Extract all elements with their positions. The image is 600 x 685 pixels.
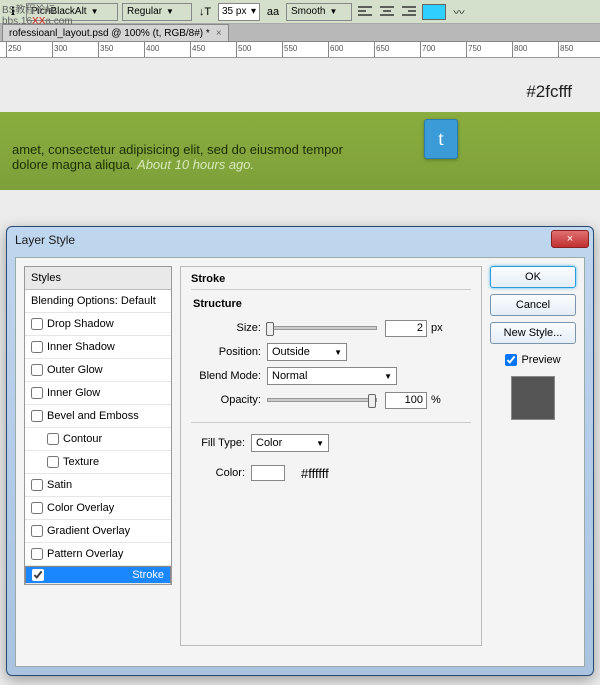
style-checkbox[interactable] — [31, 410, 43, 422]
style-label: Satin — [47, 479, 72, 491]
opacity-input[interactable]: 100 — [385, 392, 427, 409]
style-label: Texture — [63, 456, 99, 468]
style-row-drop-shadow[interactable]: Drop Shadow — [25, 313, 171, 336]
opacity-slider[interactable] — [267, 398, 377, 402]
cancel-button[interactable]: Cancel — [490, 294, 576, 316]
style-label: Bevel and Emboss — [47, 410, 139, 422]
position-label: Position: — [191, 346, 267, 358]
preview-checkbox[interactable] — [505, 354, 517, 366]
style-label: Inner Glow — [47, 387, 100, 399]
size-slider[interactable] — [267, 326, 377, 330]
preview-label: Preview — [521, 354, 560, 366]
close-tab-icon[interactable]: × — [216, 28, 222, 39]
style-checkbox[interactable] — [47, 433, 59, 445]
warp-text-icon[interactable]: 〰 — [450, 4, 468, 20]
style-label: Stroke — [132, 569, 164, 581]
twitter-icon: t — [424, 119, 458, 159]
color-label: Color: — [191, 467, 251, 479]
style-checkbox[interactable] — [31, 387, 43, 399]
opacity-label: Opacity: — [191, 394, 267, 406]
align-left-button[interactable] — [356, 3, 374, 21]
preview-swatch — [511, 376, 555, 420]
close-button[interactable]: × — [551, 230, 589, 248]
annotation-fill-hex: #ffffff — [301, 466, 329, 481]
font-weight-select[interactable]: Regular▼ — [122, 3, 192, 21]
ok-button[interactable]: OK — [490, 266, 576, 288]
style-row-stroke[interactable]: Stroke — [25, 566, 171, 584]
style-row-bevel-and-emboss[interactable]: Bevel and Emboss — [25, 405, 171, 428]
text-color-swatch[interactable] — [422, 4, 446, 20]
style-row-inner-glow[interactable]: Inner Glow — [25, 382, 171, 405]
dialog-actions: OK Cancel New Style... Preview — [490, 266, 576, 420]
style-label: Outer Glow — [47, 364, 103, 376]
style-checkbox[interactable] — [32, 569, 44, 581]
style-label: Gradient Overlay — [47, 525, 130, 537]
font-size-input[interactable]: 35 px▾ — [218, 3, 260, 21]
style-row-color-overlay[interactable]: Color Overlay — [25, 497, 171, 520]
size-input[interactable]: 2 — [385, 320, 427, 337]
watermark-text: BS教程论坛 bbs.16XXa.com — [2, 1, 73, 27]
blendmode-label: Blend Mode: — [191, 370, 267, 382]
style-checkbox[interactable] — [31, 502, 43, 514]
style-row-outer-glow[interactable]: Outer Glow — [25, 359, 171, 382]
style-label: Inner Shadow — [47, 341, 115, 353]
stroke-panel: Stroke Structure Size: 2 px Position: Ou… — [180, 266, 482, 646]
style-checkbox[interactable] — [31, 318, 43, 330]
style-row-texture[interactable]: Texture — [25, 451, 171, 474]
stroke-color-swatch[interactable] — [251, 465, 285, 481]
antialias-label: aa — [264, 6, 282, 18]
style-row-contour[interactable]: Contour — [25, 428, 171, 451]
align-center-button[interactable] — [378, 3, 396, 21]
blending-options-row[interactable]: Blending Options: Default — [25, 290, 171, 313]
size-label: Size: — [191, 322, 267, 334]
new-style-button[interactable]: New Style... — [490, 322, 576, 344]
style-row-inner-shadow[interactable]: Inner Shadow — [25, 336, 171, 359]
style-label: Drop Shadow — [47, 318, 114, 330]
styles-list: Styles Blending Options: Default Drop Sh… — [24, 266, 172, 585]
style-checkbox[interactable] — [31, 479, 43, 491]
style-checkbox[interactable] — [47, 456, 59, 468]
filltype-label: Fill Type: — [191, 437, 251, 449]
annotation-hex: #2fcfff — [526, 82, 572, 102]
style-checkbox[interactable] — [31, 548, 43, 560]
structure-label: Structure — [193, 298, 471, 310]
panel-title: Stroke — [191, 273, 471, 285]
document-tabs: rofessioanl_layout.psd @ 100% (t, RGB/8#… — [0, 24, 600, 42]
style-row-satin[interactable]: Satin — [25, 474, 171, 497]
style-row-gradient-overlay[interactable]: Gradient Overlay — [25, 520, 171, 543]
align-right-button[interactable] — [400, 3, 418, 21]
style-checkbox[interactable] — [31, 364, 43, 376]
horizontal-ruler: 250300350400450500550600650700750800850 — [0, 42, 600, 58]
style-label: Contour — [63, 433, 102, 445]
layer-style-dialog: Layer Style × Styles Blending Options: D… — [6, 226, 594, 676]
style-label: Color Overlay — [47, 502, 114, 514]
options-bar: ℹ PicnBlackAlt▼ Regular▼ ↓T 35 px▾ aa Sm… — [0, 0, 600, 24]
filltype-select[interactable]: Color▼ — [251, 434, 329, 452]
style-row-pattern-overlay[interactable]: Pattern Overlay — [25, 543, 171, 566]
dialog-title: Layer Style — [7, 227, 593, 253]
opacity-suffix: % — [431, 394, 441, 406]
size-suffix: px — [431, 322, 443, 334]
style-checkbox[interactable] — [31, 341, 43, 353]
style-checkbox[interactable] — [31, 525, 43, 537]
blendmode-select[interactable]: Normal▼ — [267, 367, 397, 385]
position-select[interactable]: Outside▼ — [267, 343, 347, 361]
type-size-icon: ↓T — [196, 6, 214, 18]
style-label: Pattern Overlay — [47, 548, 123, 560]
canvas-banner: t amet, consectetur adipisicing elit, se… — [0, 112, 600, 190]
styles-header[interactable]: Styles — [25, 267, 171, 290]
antialias-select[interactable]: Smooth▼ — [286, 3, 352, 21]
